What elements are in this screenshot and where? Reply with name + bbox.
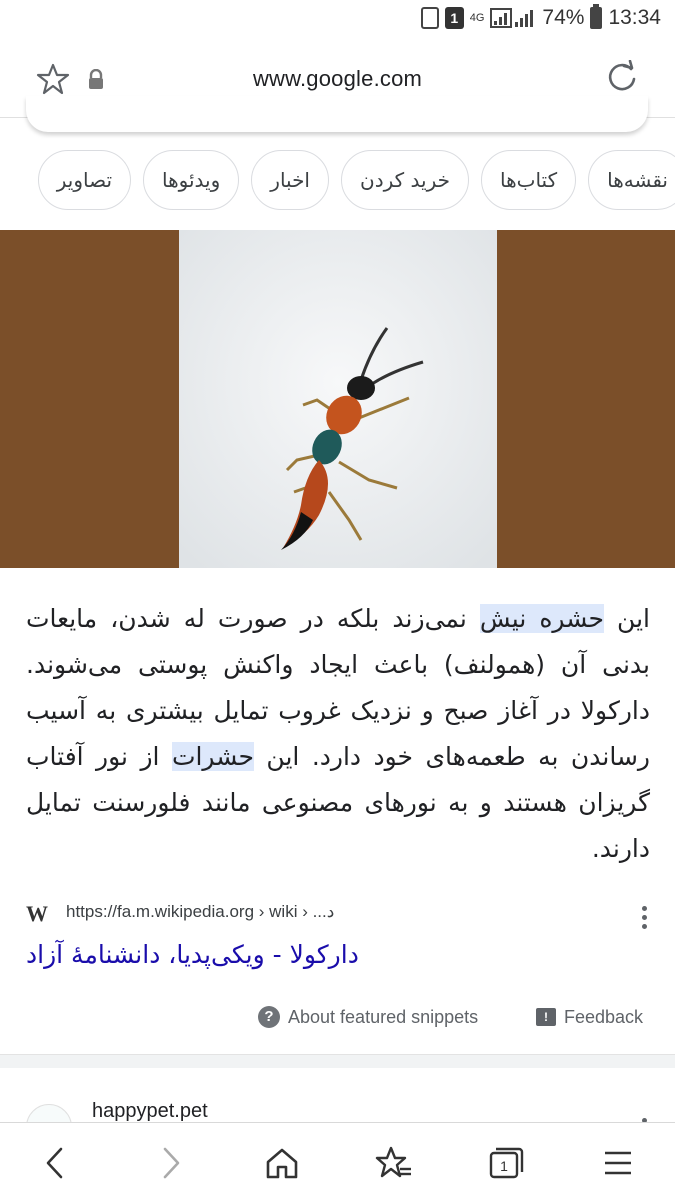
result-separator [0,1054,675,1068]
about-featured-snippets[interactable]: ? About featured snippets [258,1003,478,1031]
source-url[interactable]: https://fa.m.wikipedia.org › wiki › ...د [66,902,334,922]
chip-shopping[interactable]: خرید کردن [341,150,469,210]
tabs-icon[interactable]: 1 [486,1143,526,1183]
rove-beetle-photo [179,230,497,568]
home-icon[interactable] [262,1143,302,1183]
reload-icon[interactable] [605,60,639,94]
result-title-link[interactable]: دارکولا - ویکی‌پدیا، دانشنامهٔ آزاد [26,940,359,969]
forward-icon[interactable] [150,1143,190,1183]
snippet-highlight-1: حشره نیش [479,604,604,633]
signal-icon [490,8,534,28]
tab-count: 1 [500,1158,508,1174]
featured-snippet-text: این حشره نیش نمی‌زند بلکه در صورت له شدن… [26,596,650,872]
chip-images[interactable]: تصاویر [37,150,132,210]
chip-books[interactable]: کتاب‌ها [480,150,577,210]
chip-videos[interactable]: ویدئوها [143,150,240,210]
help-icon: ? [258,1006,280,1028]
chip-maps[interactable]: نقشه‌ها [588,150,675,210]
bookmarks-icon[interactable] [374,1143,414,1183]
feedback-icon: ! [536,1008,556,1026]
featured-image[interactable] [0,230,675,568]
notification-count: 1 [444,7,464,29]
wikipedia-icon: W [26,901,48,926]
snippet-highlight-2: حشرات [171,742,254,771]
about-featured-snippets-label: About featured snippets [288,1006,479,1027]
status-bar: 1 4G 74% 13:34 [0,0,675,42]
browser-bottom-nav: 1 [0,1122,675,1200]
search-box-remnant [26,96,648,132]
status-icons: 1 4G 74% 13:34 [420,4,661,30]
feedback-button[interactable]: ! Feedback [536,1003,643,1031]
chip-news[interactable]: اخبار [251,150,329,210]
source-row: W https://fa.m.wikipedia.org › wiki › ..… [26,898,650,930]
snippet-text-1: این [604,604,650,633]
back-icon[interactable] [36,1143,76,1183]
recycle-icon [420,7,439,29]
more-options-icon[interactable] [642,906,648,930]
next-result-site: happypet.pet [92,1100,208,1122]
battery-icon [590,4,603,29]
network-type: 4G [469,11,485,24]
menu-icon[interactable] [598,1143,638,1183]
battery-percent: 74% [542,6,585,29]
search-tabs: نقشه‌ها کتاب‌ها خرید کردن اخبار ویدئوها … [0,150,675,212]
feedback-label: Feedback [564,1006,644,1027]
url-text[interactable]: www.google.com [0,66,675,92]
clock: 13:34 [608,6,661,29]
